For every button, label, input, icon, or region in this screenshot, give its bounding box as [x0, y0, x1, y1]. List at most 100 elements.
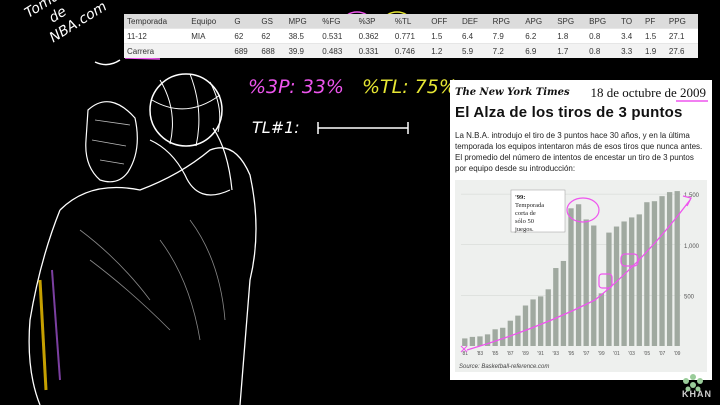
chart-bar: [492, 329, 498, 346]
table-cell: 0.771: [391, 28, 429, 44]
table-cell: 1.2: [428, 43, 459, 58]
table-cell: 7.2: [489, 43, 523, 58]
header-cell: MPG: [285, 14, 320, 29]
chart-bar: [530, 299, 536, 346]
x-tick-label: '93: [553, 351, 560, 357]
chart-bar: [560, 260, 567, 346]
chart-bar: [651, 201, 658, 346]
table-cell: 689: [231, 43, 259, 58]
table-cell: MIA: [188, 28, 232, 44]
table-cell: 688: [258, 43, 286, 58]
table-cell: 6.2: [522, 28, 555, 44]
table-cell: 1.7: [554, 43, 587, 58]
chart-bar: [462, 338, 468, 346]
table-cell: 0.746: [391, 43, 429, 58]
table-cell: [188, 43, 232, 58]
table-cell: 3.4: [618, 28, 643, 44]
header-cell: PF: [642, 14, 666, 29]
x-tick-label: '87: [507, 351, 514, 357]
three-point-annotation: %3P: 33%: [248, 76, 344, 98]
table-cell: 27.6: [665, 43, 698, 58]
table-cell: 0.483: [319, 43, 356, 58]
table-cell: 1.8: [554, 28, 587, 44]
x-tick-label: '83: [477, 351, 484, 357]
x-tick-label: '09: [674, 351, 681, 357]
header-cell: APG: [522, 14, 555, 29]
chart-bar: [538, 296, 544, 346]
chart-bar: [500, 327, 506, 346]
header-cell: OFF: [428, 14, 459, 29]
callout-text: juegos.: [514, 226, 534, 233]
header-cell: %3P: [355, 14, 392, 29]
chart-bar: [591, 225, 597, 346]
x-tick-label: '95: [568, 351, 575, 357]
table-cell: 27.1: [665, 28, 698, 44]
callout-text: Temporada: [515, 202, 544, 209]
chart-bar: [629, 217, 635, 346]
table-cell: Carrera: [124, 43, 189, 58]
x-tick-label: '89: [522, 351, 529, 357]
x-tick-label: '91: [537, 351, 544, 357]
callout-text: corta de: [515, 210, 536, 217]
three-point-attempts-chart: 500 1,000 1,500 '81 '83 '85 '87 '89 '91 '93 '95 '97…: [455, 180, 707, 372]
header-cell: %FG: [319, 14, 356, 29]
chart-bar: [507, 320, 513, 346]
table-cell: 0.331: [355, 43, 392, 58]
table-cell: 1.5: [642, 28, 666, 44]
header-cell: Equipo: [188, 14, 232, 29]
chart-bar: [568, 208, 574, 346]
x-tick-label: '81: [462, 351, 469, 357]
header-cell: Temporada: [124, 14, 189, 29]
header-cell: GS: [258, 14, 286, 29]
chart-bar: [621, 221, 627, 346]
x-tick-label: '99: [598, 351, 605, 357]
header-cell: RPG: [489, 14, 523, 29]
chart-bar: [469, 336, 476, 346]
chart-bar: [598, 293, 604, 346]
chart-bar: [636, 214, 642, 346]
chart-bar: [659, 196, 665, 346]
header-cell: TO: [618, 14, 643, 29]
x-tick-label: '97: [583, 351, 590, 357]
table-row: 11-12 MIA 62 62 38.5 0.531 0.362 0.771 1…: [124, 28, 698, 44]
header-cell: %TL: [391, 14, 429, 29]
nyt-article: The New York Times 18 de octubre de 2009…: [450, 80, 712, 380]
header-cell: PPG: [665, 14, 698, 29]
header-cell: DEF: [458, 14, 490, 29]
stats-table: Temporada Equipo G GS MPG %FG %3P %TL OF…: [124, 14, 698, 58]
x-tick-label: '03: [628, 351, 635, 357]
chart-source: Source: Basketball-reference.com: [459, 364, 549, 370]
chart-bar: [522, 305, 529, 346]
chart-bar: [583, 219, 589, 346]
table-row: Carrera 689 688 39.9 0.483 0.331 0.746 1…: [124, 43, 698, 58]
table-cell: 38.5: [285, 28, 320, 44]
table-cell: 1.9: [642, 43, 666, 58]
callout-text: sólo 50: [515, 218, 534, 225]
table-cell: 6.9: [522, 43, 555, 58]
chart-bar: [613, 226, 620, 346]
y-tick-label: 1,000: [684, 244, 700, 250]
article-body: La N.B.A. introdujo el tiro de 3 puntos …: [455, 131, 703, 173]
chart-bar: [545, 289, 551, 346]
header-cell: BPG: [586, 14, 619, 29]
y-tick-label: 1,500: [684, 193, 700, 199]
chart-bar: [575, 204, 582, 346]
callout-text: '99:: [515, 194, 525, 201]
table-cell: 6.4: [458, 28, 490, 44]
table-cell: 0.362: [355, 28, 392, 44]
stats-header-row: Temporada Equipo G GS MPG %FG %3P %TL OF…: [124, 14, 698, 29]
table-cell: 1.5: [428, 28, 459, 44]
chart-bar: [477, 336, 483, 346]
table-cell: 7.9: [489, 28, 523, 44]
free-throw-line-label: TL#1:: [252, 118, 300, 137]
table-cell: 3.3: [618, 43, 643, 58]
table-cell: 5.9: [458, 43, 490, 58]
table-cell: 0.8: [586, 28, 619, 44]
chart-bar: [644, 202, 650, 346]
table-cell: 0.8: [586, 43, 619, 58]
table-cell: 0.531: [319, 28, 356, 44]
chart-bar: [666, 192, 673, 346]
y-tick-label: 500: [684, 294, 695, 300]
article-title: El Alza de los tiros de 3 puntos: [455, 104, 683, 121]
x-tick-label: '05: [644, 351, 651, 357]
